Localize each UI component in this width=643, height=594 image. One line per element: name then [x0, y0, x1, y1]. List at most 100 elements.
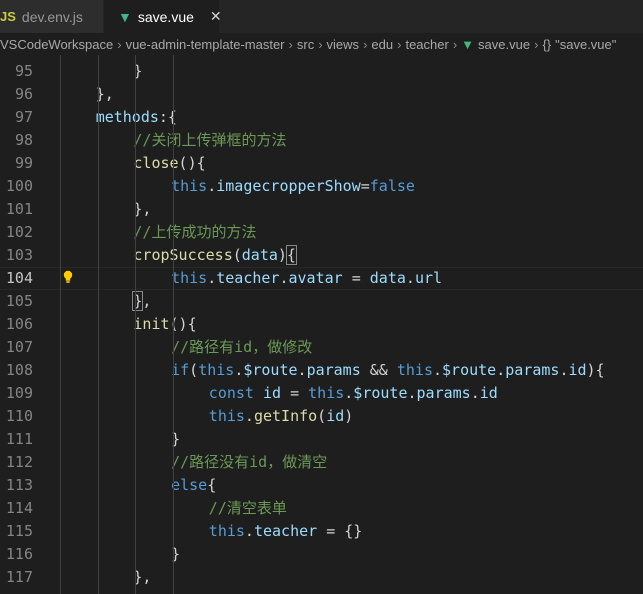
code-token: . [297, 361, 307, 379]
code-line[interactable]: 96}, [0, 83, 643, 106]
code-line[interactable]: 98 //关闭上传弹框的方法 [0, 129, 643, 152]
code-token: . [433, 361, 443, 379]
code-token: ( [232, 246, 242, 264]
code-token: ) [277, 246, 287, 264]
line-number: 109 [5, 384, 33, 402]
code-token: const [208, 384, 254, 402]
code-token: . [407, 384, 417, 402]
code-line[interactable]: 113 else{ [0, 474, 643, 497]
line-number: 108 [5, 361, 33, 379]
chevron-right-icon: › [534, 36, 539, 52]
tab-save-vue[interactable]: ▼ save.vue ✕ [104, 0, 222, 33]
breadcrumb-item[interactable]: src [297, 37, 314, 52]
code-text: } [58, 543, 643, 566]
code-token: imagecropperShow [216, 177, 361, 195]
code-text: }, [58, 83, 643, 106]
code-line[interactable]: 97 methods:{ [0, 106, 643, 129]
line-number: 96 [14, 85, 33, 103]
code-text: if(this.$route.params && this.$route.par… [58, 359, 643, 382]
code-line[interactable]: 103 cropSuccess(data){ [0, 244, 643, 267]
code-token: $route [442, 361, 497, 379]
code-token: this [396, 361, 433, 379]
code-line[interactable]: 114 //清空表单 [0, 497, 643, 520]
code-token: ( [317, 407, 327, 425]
code-line[interactable]: 106 init(){ [0, 313, 643, 336]
code-token: . [344, 384, 354, 402]
code-token: id [479, 384, 498, 402]
indent-guide [173, 55, 175, 594]
code-line[interactable]: 107 //路径有id，做修改 [0, 336, 643, 359]
code-line[interactable]: 116} [0, 543, 643, 566]
code-line[interactable]: 105}, [0, 290, 643, 313]
code-editor[interactable]: 95} 96}, 97 methods:{98//关闭上传弹框的方法 99 close()… [0, 55, 643, 594]
chevron-right-icon: › [288, 36, 293, 52]
line-number: 100 [5, 177, 33, 195]
line-number: 107 [5, 338, 33, 356]
code-token: = [342, 269, 370, 287]
line-number: 105 [5, 292, 33, 310]
line-number: 95 [14, 62, 33, 80]
chevron-right-icon: › [363, 36, 368, 52]
tab-label: dev.env.js [21, 8, 83, 25]
code-token: params [416, 384, 471, 402]
line-number: 115 [5, 522, 33, 540]
code-token: ) [344, 407, 354, 425]
code-text: this.teacher = {} [58, 520, 643, 543]
code-token: . [279, 269, 289, 287]
breadcrumb: VSCodeWorkspace › vue-admin-template-mas… [0, 33, 643, 55]
vue-icon: ▼ [118, 8, 132, 25]
code-line[interactable]: 101}, [0, 198, 643, 221]
code-text: //清空表单 [58, 497, 643, 520]
code-line[interactable]: 109 const id = this.$route.params.id [0, 382, 643, 405]
code-line[interactable]: 111} [0, 428, 643, 451]
breadcrumb-file[interactable]: save.vue [478, 37, 530, 52]
breadcrumb-item[interactable]: vue-admin-template-master [126, 37, 285, 52]
lightbulb-icon[interactable] [62, 270, 74, 284]
code-line[interactable]: 102 //上传成功的方法 [0, 221, 643, 244]
breadcrumb-symbol[interactable]: "save.vue" [555, 37, 616, 52]
code-text: //关闭上传弹框的方法 [58, 129, 643, 152]
line-number: 110 [5, 407, 33, 425]
tab-dev-env-js[interactable]: JS dev.env.js [0, 0, 104, 33]
tab-bar: JS dev.env.js ▼ save.vue ✕ [0, 0, 643, 33]
code-token: false [369, 177, 415, 195]
line-number: 112 [5, 453, 33, 471]
breadcrumb-item[interactable]: views [327, 37, 360, 52]
chevron-right-icon: › [117, 36, 122, 52]
code-token: . [234, 361, 244, 379]
line-number: 113 [5, 476, 33, 494]
breadcrumb-item[interactable]: teacher [405, 37, 448, 52]
code-line[interactable]: 112 //路径没有id，做清空 [0, 451, 643, 474]
code-token: && [360, 361, 397, 379]
breadcrumb-item[interactable]: edu [371, 37, 393, 52]
code-line[interactable]: 115 this.teacher = {} [0, 520, 643, 543]
code-token: methods [95, 108, 159, 126]
line-number: 114 [5, 499, 33, 517]
code-token: . [207, 269, 217, 287]
code-token: = [360, 177, 370, 195]
code-line[interactable]: 117}, [0, 566, 643, 589]
line-number: 102 [5, 223, 33, 241]
code-token: . [244, 407, 254, 425]
close-icon[interactable]: ✕ [210, 8, 222, 25]
code-line[interactable]: 104 this.teacher.avatar = data.url [0, 267, 643, 290]
js-icon: JS [0, 9, 16, 24]
code-line[interactable]: 95} [0, 60, 643, 83]
code-token: avatar [288, 269, 343, 287]
line-number: 101 [5, 200, 33, 218]
code-token: data [241, 246, 278, 264]
code-text: this.imagecropperShow=false [58, 175, 643, 198]
code-text: }, [58, 198, 643, 221]
code-line[interactable]: 100 this.imagecropperShow=false [0, 175, 643, 198]
code-text: init(){ [58, 313, 643, 336]
breadcrumb-item[interactable]: VSCodeWorkspace [0, 37, 113, 52]
code-text: else{ [58, 474, 643, 497]
code-line[interactable]: 99 close(){ [0, 152, 643, 175]
code-line[interactable]: 110 this.getInfo(id) [0, 405, 643, 428]
code-token: data [369, 269, 406, 287]
code-token: id [326, 407, 345, 425]
code-line[interactable]: 108 if(this.$route.params && this.$route.… [0, 359, 643, 382]
code-token: params [505, 361, 560, 379]
code-text: //路径没有id，做清空 [58, 451, 643, 474]
code-token: this [208, 407, 245, 425]
